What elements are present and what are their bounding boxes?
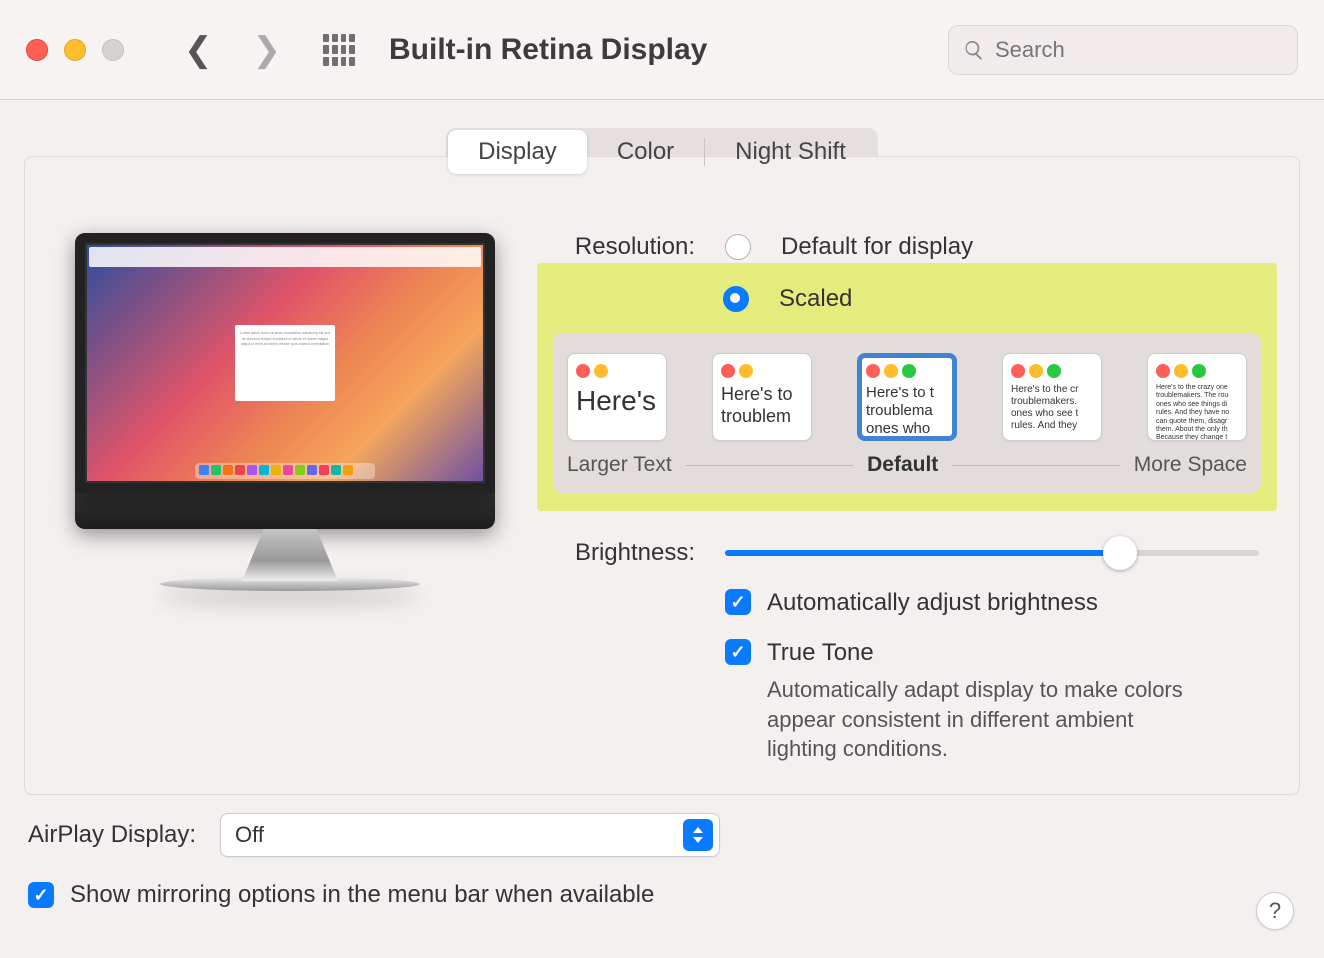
checkbox-true-tone[interactable]: ✓ [725, 639, 751, 665]
resolution-scale-picker: Here's Here's to troublem Here's to t trou… [553, 333, 1261, 493]
page-title: Built-in Retina Display [389, 33, 948, 67]
window-controls [26, 39, 124, 61]
radio-scaled-label: Scaled [779, 285, 852, 313]
airplay-label: AirPlay Display: [28, 821, 196, 849]
close-icon[interactable] [26, 39, 48, 61]
resolution-option-3[interactable]: Here's to the cr troublemakers. ones who… [1002, 353, 1102, 441]
auto-brightness-label: Automatically adjust brightness [767, 589, 1098, 617]
brightness-slider[interactable] [725, 544, 1259, 562]
titlebar: ❮ ❯ Built-in Retina Display [0, 0, 1324, 100]
radio-default-display-label: Default for display [781, 233, 973, 261]
tab-bar: Display Color Night Shift [446, 128, 878, 176]
minimize-icon[interactable] [64, 39, 86, 61]
settings-panel: Lorem ipsum dolor sit amet consectetur a… [24, 156, 1300, 795]
search-field[interactable] [948, 25, 1298, 75]
scale-label-default: Default [867, 453, 938, 477]
tab-night-shift[interactable]: Night Shift [705, 130, 876, 174]
tab-color[interactable]: Color [587, 130, 704, 174]
nav-arrows: ❮ ❯ [184, 30, 281, 70]
resolution-option-2[interactable]: Here's to t troublema ones who [857, 353, 957, 441]
true-tone-label: True Tone [767, 639, 874, 667]
bottom-controls: AirPlay Display: Off ✓ Show mirroring op… [0, 795, 1324, 909]
resolution-option-0[interactable]: Here's [567, 353, 667, 441]
search-input[interactable] [995, 37, 1283, 63]
display-preview: Lorem ipsum dolor sit amet consectetur a… [75, 233, 505, 591]
back-button[interactable]: ❮ [184, 30, 213, 70]
true-tone-description: Automatically adapt display to make colo… [555, 675, 1205, 764]
radio-default-display[interactable] [725, 234, 751, 260]
scale-label-more: More Space [1134, 453, 1247, 477]
mirroring-label: Show mirroring options in the menu bar w… [70, 881, 654, 909]
show-all-icon[interactable] [323, 34, 355, 66]
airplay-value: Off [235, 822, 264, 848]
select-arrows-icon [683, 819, 713, 851]
resolution-option-1[interactable]: Here's to troublem [712, 353, 812, 441]
search-icon [963, 37, 985, 63]
airplay-select[interactable]: Off [220, 813, 720, 857]
forward-button: ❯ [253, 30, 282, 70]
scale-label-larger: Larger Text [567, 453, 672, 477]
zoom-icon [102, 39, 124, 61]
radio-scaled[interactable] [723, 286, 749, 312]
resolution-label: Resolution: [555, 233, 695, 261]
brightness-label: Brightness: [555, 539, 695, 567]
tab-display[interactable]: Display [448, 130, 587, 174]
help-button[interactable]: ? [1256, 892, 1294, 930]
checkbox-mirroring[interactable]: ✓ [28, 882, 54, 908]
resolution-option-4[interactable]: Here's to the crazy one troublemakers. T… [1147, 353, 1247, 441]
checkbox-auto-brightness[interactable]: ✓ [725, 589, 751, 615]
scaled-highlight: Scaled Here's Here's to troublem Here's to… [537, 263, 1277, 511]
